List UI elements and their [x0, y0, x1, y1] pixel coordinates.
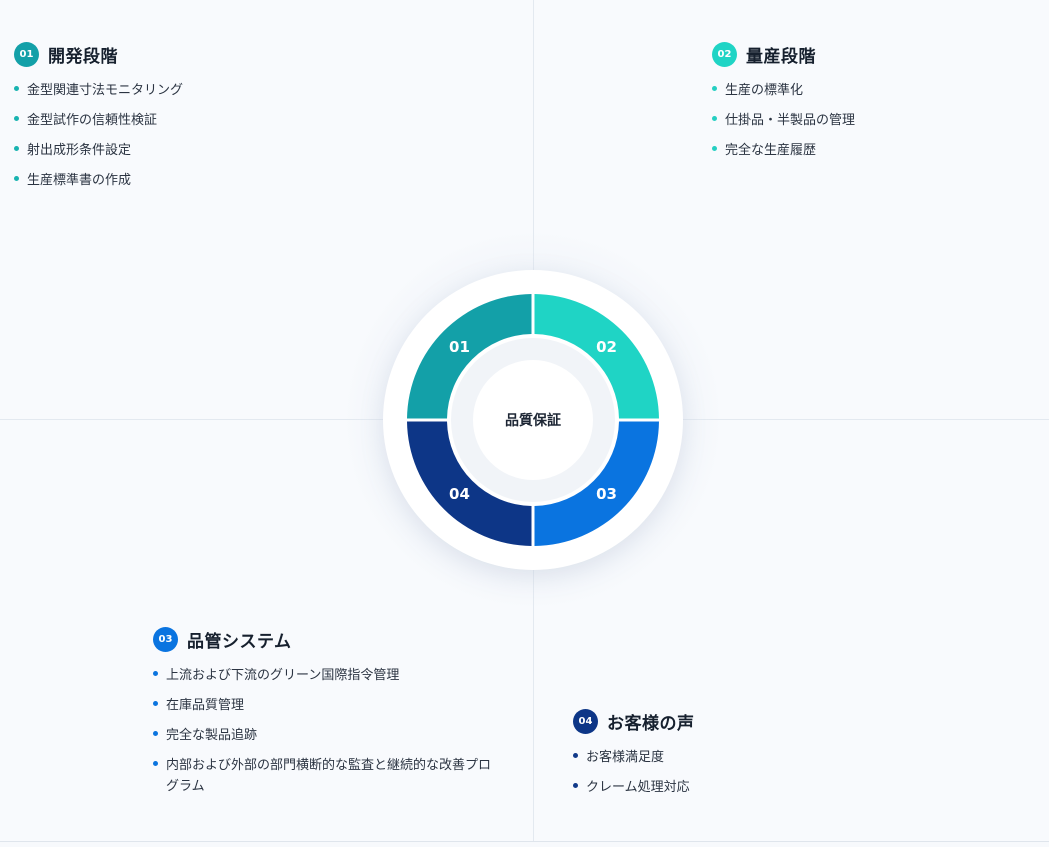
quadrant-list: 生産の標準化 仕掛品・半製品の管理 完全な生産履歴 [712, 80, 1032, 161]
bullet-dot [712, 146, 717, 151]
list-item-text: 生産の標準化 [725, 83, 804, 98]
list-item: 金型関連寸法モニタリング [14, 80, 334, 101]
list-item-text: 上流および下流のグリーン国際指令管理 [166, 668, 400, 683]
list-item: 内部および外部の部門横断的な監査と継続的な改善プログラム [153, 755, 501, 797]
number-badge: 01 [14, 41, 39, 67]
bullet-dot [14, 116, 19, 121]
quadrant-header: 03 品管システム [153, 626, 513, 652]
quadrant-header: 01 開発段階 [14, 41, 334, 67]
quadrant-list: お客様満足度 クレーム処理対応 [573, 747, 893, 798]
bullet-dot [153, 701, 158, 706]
list-item-text: クレーム処理対応 [586, 780, 690, 795]
bullet-dot [712, 116, 717, 121]
list-item: 射出成形条件設定 [14, 140, 334, 161]
quadrant-list: 上流および下流のグリーン国際指令管理 在庫品質管理 完全な製品追跡 内部および外… [153, 665, 513, 797]
quadrant-qc-system: 03 品管システム 上流および下流のグリーン国際指令管理 在庫品質管理 完全な製… [153, 626, 513, 806]
bullet-dot [153, 731, 158, 736]
list-item-text: 完全な製品追跡 [166, 728, 258, 743]
ring-segment-label-04: 04 [449, 485, 470, 503]
quadrant-development: 01 開発段階 金型関連寸法モニタリング 金型試作の信頼性検証 射出成形条件設定… [14, 41, 334, 200]
bullet-dot [14, 176, 19, 181]
list-item: 完全な製品追跡 [153, 725, 501, 746]
bullet-dot [153, 671, 158, 676]
list-item: 生産の標準化 [712, 80, 1032, 101]
list-item-text: 金型試作の信頼性検証 [27, 113, 158, 128]
list-item: 上流および下流のグリーン国際指令管理 [153, 665, 501, 686]
quadrant-title: お客様の声 [607, 713, 695, 734]
quadrant-title: 品管システム [187, 631, 292, 652]
list-item: 生産標準書の作成 [14, 170, 334, 191]
quadrant-customer-voice: 04 お客様の声 お客様満足度 クレーム処理対応 [573, 708, 893, 807]
quadrant-header: 04 お客様の声 [573, 708, 893, 734]
bullet-dot [14, 146, 19, 151]
list-item: 金型試作の信頼性検証 [14, 110, 334, 131]
number-badge: 03 [153, 626, 178, 652]
bullet-dot [153, 761, 158, 766]
list-item: お客様満足度 [573, 747, 893, 768]
list-item-text: お客様満足度 [586, 750, 665, 765]
list-item: 仕掛品・半製品の管理 [712, 110, 1032, 131]
quadrant-header: 02 量産段階 [712, 41, 1032, 67]
quadrant-mass-production: 02 量産段階 生産の標準化 仕掛品・半製品の管理 完全な生産履歴 [712, 41, 1032, 170]
quadrant-list: 金型関連寸法モニタリング 金型試作の信頼性検証 射出成形条件設定 生産標準書の作… [14, 80, 334, 191]
bullet-dot [573, 753, 578, 758]
ring-segment-label-03: 03 [596, 485, 617, 503]
list-item-text: 完全な生産履歴 [725, 143, 817, 158]
list-item: 在庫品質管理 [153, 695, 501, 716]
quadrant-title: 開発段階 [48, 46, 118, 67]
center-label: 品質保証 [505, 413, 561, 429]
bullet-dot [573, 783, 578, 788]
list-item-text: 内部および外部の部門横断的な監査と継続的な改善プログラム [166, 758, 492, 794]
number-badge: 04 [573, 708, 598, 734]
list-item-text: 金型関連寸法モニタリング [27, 83, 184, 98]
bullet-dot [712, 86, 717, 91]
number-badge: 02 [712, 41, 737, 67]
ring-segment-label-02: 02 [596, 338, 617, 356]
list-item-text: 射出成形条件設定 [27, 143, 132, 158]
ring-segment-label-01: 01 [449, 338, 470, 356]
list-item-text: 生産標準書の作成 [27, 173, 132, 188]
list-item: クレーム処理対応 [573, 777, 893, 798]
list-item: 完全な生産履歴 [712, 140, 1032, 161]
list-item-text: 仕掛品・半製品の管理 [725, 113, 856, 128]
quadrant-title: 量産段階 [746, 46, 816, 67]
list-item-text: 在庫品質管理 [166, 698, 245, 713]
bullet-dot [14, 86, 19, 91]
